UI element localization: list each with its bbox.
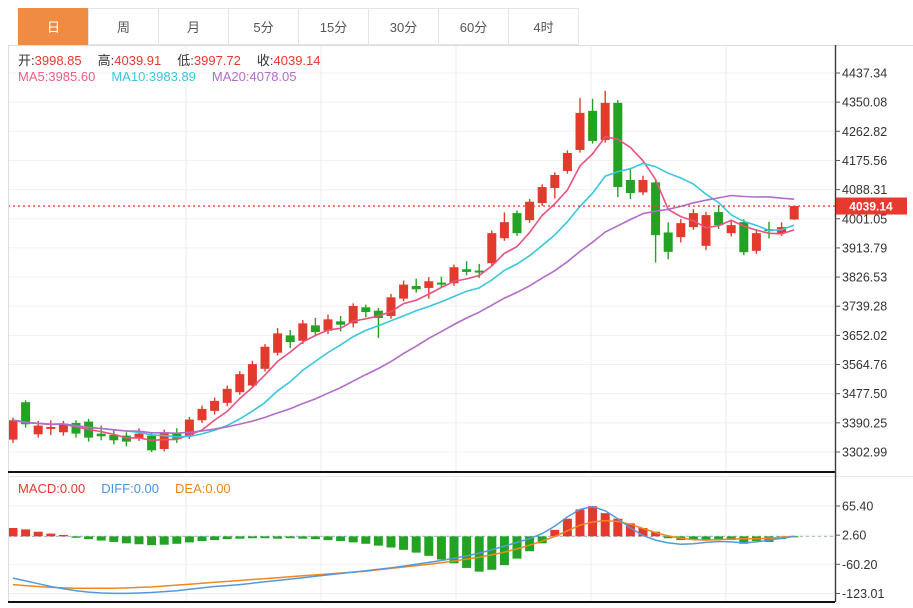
legend-label: 高: xyxy=(98,53,115,68)
axes xyxy=(8,45,913,602)
legend-value: 4039.91 xyxy=(114,53,161,68)
legend-label: MA20: xyxy=(212,69,250,84)
legend-value: 4078.05 xyxy=(250,69,297,84)
dea-line xyxy=(13,521,794,589)
macd-legend: MACD:0.00DIFF:0.00DEA:0.00 xyxy=(18,481,247,496)
candle-series xyxy=(9,91,799,452)
legend-value: 0.00 xyxy=(134,481,159,496)
last-price-tag: 4039.14 xyxy=(836,198,907,215)
axis-tick-label: 3564.76 xyxy=(842,358,887,372)
axis-tick-label: 3652.02 xyxy=(842,329,887,343)
legend-item: MACD:0.00 xyxy=(18,481,85,496)
legend-label: DIFF: xyxy=(101,481,134,496)
tab-day[interactable]: 日 xyxy=(18,8,89,45)
tab-m15[interactable]: 15分 xyxy=(298,8,369,45)
legend-value: 0.00 xyxy=(60,481,85,496)
legend-value: 4039.14 xyxy=(274,53,321,68)
legend-item: 开:3998.85 xyxy=(18,53,82,68)
last-price-tag-text: 4039.14 xyxy=(849,200,893,214)
axis-tick-label: 65.40 xyxy=(842,500,873,514)
axis-tick-label: 2.60 xyxy=(842,529,866,543)
axis-tick-label: 4350.08 xyxy=(842,96,887,110)
tab-week[interactable]: 周 xyxy=(88,8,159,45)
axis-tick-label: 3739.28 xyxy=(842,300,887,314)
kline-app: 日周月5分15分30分60分4时 开:3998.85高:4039.91低:399… xyxy=(0,0,913,608)
ohlc-legend: 开:3998.85 高:4039.91 低:3997.72 收:4039.14 xyxy=(18,50,337,69)
axis-tick-label: 4088.31 xyxy=(842,183,887,197)
tab-m5[interactable]: 5分 xyxy=(228,8,299,45)
macd-series xyxy=(9,506,799,593)
axis-tick-label: 4262.82 xyxy=(842,125,887,139)
tab-h4[interactable]: 4时 xyxy=(508,8,579,45)
legend-label: 开: xyxy=(18,53,35,68)
legend-item: MA5:3985.60 xyxy=(18,69,95,84)
legend-value: 3997.72 xyxy=(194,53,241,68)
legend-value: 3985.60 xyxy=(48,69,95,84)
axis-tick-label: 3477.50 xyxy=(842,387,887,401)
axis-tick-label: 4175.56 xyxy=(842,154,887,168)
legend-label: 低: xyxy=(177,53,194,68)
axis-tick-label: 4437.34 xyxy=(842,67,887,81)
tab-m30[interactable]: 30分 xyxy=(368,8,439,45)
legend-item: 收:4039.14 xyxy=(257,53,321,68)
legend-item: DIFF:0.00 xyxy=(101,481,159,496)
legend-label: 收: xyxy=(257,53,274,68)
legend-item: MA20:4078.05 xyxy=(212,69,297,84)
axis-tick-label: -60.20 xyxy=(842,558,877,572)
legend-value: 3983.89 xyxy=(149,69,196,84)
legend-item: MA10:3983.89 xyxy=(111,69,196,84)
gridlines xyxy=(8,45,835,602)
legend-value: 0.00 xyxy=(205,481,230,496)
axis-tick-label: 3302.99 xyxy=(842,445,887,459)
kline-chart-canvas[interactable]: 4437.344350.084262.824175.564088.314001.… xyxy=(8,45,913,608)
legend-item: DEA:0.00 xyxy=(175,481,231,496)
legend-value: 3998.85 xyxy=(35,53,82,68)
legend-item: 高:4039.91 xyxy=(98,53,162,68)
legend-label: MACD: xyxy=(18,481,60,496)
legend-label: DEA: xyxy=(175,481,205,496)
axis-tick-label: 3913.79 xyxy=(842,241,887,255)
diff-line xyxy=(13,507,794,594)
legend-item: 低:3997.72 xyxy=(177,53,241,68)
axis-tick-label: 3390.25 xyxy=(842,416,887,430)
ma-legend: MA5:3985.60 MA10:3983.89 MA20:4078.05 xyxy=(18,69,313,84)
tab-month[interactable]: 月 xyxy=(158,8,229,45)
legend-label: MA5: xyxy=(18,69,48,84)
tab-m60[interactable]: 60分 xyxy=(438,8,509,45)
axis-tick-label: -123.01 xyxy=(842,587,884,601)
legend-label: MA10: xyxy=(111,69,149,84)
chart-frame: 4437.344350.084262.824175.564088.314001.… xyxy=(8,45,913,608)
axis-tick-label: 3826.53 xyxy=(842,271,887,285)
timeframe-tabs: 日周月5分15分30分60分4时 xyxy=(18,8,579,45)
